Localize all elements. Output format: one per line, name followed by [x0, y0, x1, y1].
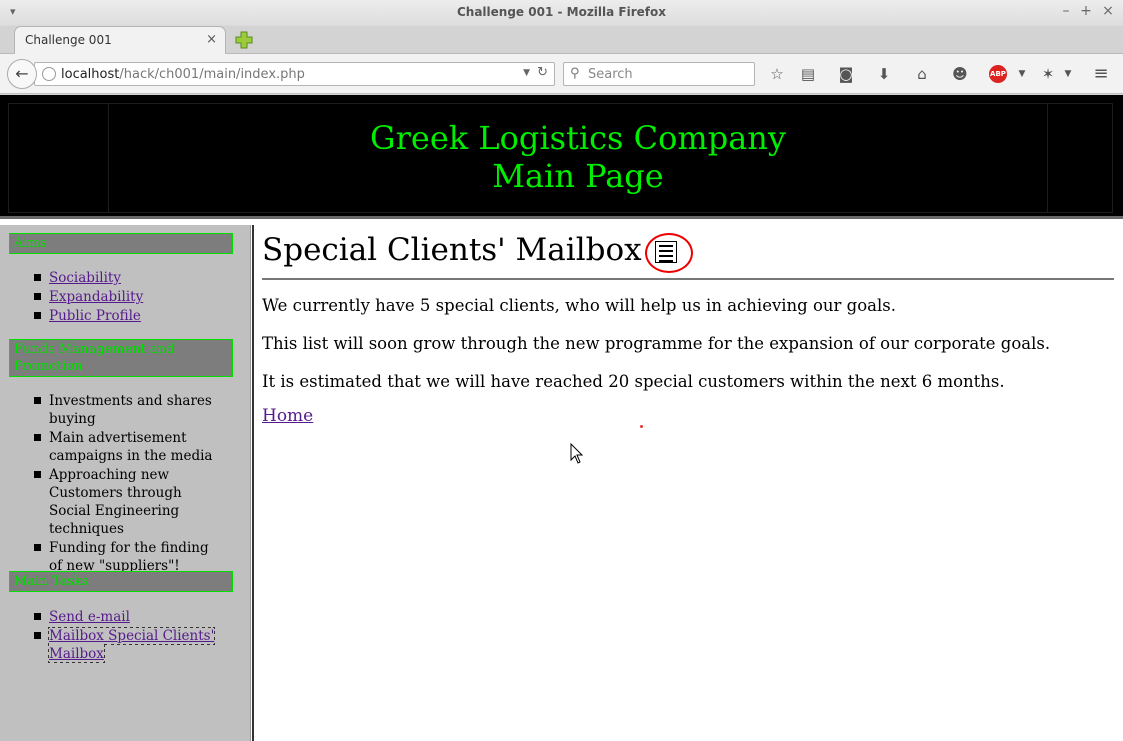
chat-icon[interactable]: ☻ [950, 64, 970, 84]
new-tab-plus-icon[interactable] [234, 30, 254, 50]
public-profile-link[interactable]: Public Profile [49, 308, 141, 324]
mailbox-special-clients-link[interactable]: Mailbox Special Clients' Mailbox [47, 627, 216, 663]
url-text: localhost/hack/ch001/main/index.php [61, 67, 305, 82]
paragraph: It is estimated that we will have reache… [262, 372, 1005, 391]
search-icon: ⚲ [570, 66, 580, 81]
page-title: Special Clients' Mailbox [262, 232, 642, 268]
adblock-plus-icon[interactable]: ABP [989, 65, 1007, 83]
page-header: Greek Logistics Company Main Page [0, 95, 1123, 219]
maximize-button[interactable]: + [1077, 3, 1095, 19]
list-item: Expandability [34, 288, 224, 306]
tab-challenge-001[interactable]: Challenge 001 × [14, 26, 226, 55]
pocket-icon[interactable]: ◙ [836, 64, 856, 84]
heading-rule [262, 278, 1114, 280]
search-placeholder: Search [588, 67, 633, 82]
sidebar: Aims Sociability Expandability Public Pr… [0, 225, 250, 741]
download-icon[interactable]: ⬇ [874, 64, 894, 84]
page-viewport: Greek Logistics Company Main Page Aims S… [0, 95, 1123, 741]
expandability-link[interactable]: Expandability [49, 289, 143, 305]
section-tasks-title: Main Tasks [9, 571, 233, 592]
extension-icon[interactable]: ✶ [1038, 64, 1058, 84]
header-title: Greek Logistics Company Main Page [108, 119, 1048, 195]
search-input[interactable]: ⚲ Search [563, 62, 755, 86]
aims-list: Sociability Expandability Public Profile [34, 269, 224, 326]
tasks-list: Send e-mail Mailbox Special Clients' Mai… [34, 608, 224, 664]
red-dot-marker [640, 425, 643, 428]
header-title-line2: Main Page [492, 157, 664, 195]
reload-icon[interactable]: ↻ [537, 65, 548, 80]
tab-close-icon[interactable]: × [206, 32, 217, 47]
window-title: Challenge 001 - Mozilla Firefox [456, 5, 666, 19]
header-title-line1: Greek Logistics Company [370, 119, 786, 157]
section-aims-title: Aims [9, 233, 233, 254]
tab-label: Challenge 001 [25, 33, 112, 47]
url-path: /hack/ch001/main/index.php [119, 67, 305, 82]
home-icon[interactable]: ⌂ [912, 64, 932, 84]
sociability-link[interactable]: Sociability [49, 270, 121, 286]
back-button[interactable]: ← [7, 59, 37, 89]
window-titlebar: ▾ Challenge 001 - Mozilla Firefox – + × [0, 0, 1123, 26]
tab-strip: Challenge 001 × [0, 26, 1123, 55]
list-item: Public Profile [34, 307, 224, 325]
reading-list-icon[interactable]: ▤ [798, 64, 818, 84]
send-email-link[interactable]: Send e-mail [49, 609, 130, 625]
globe-icon [42, 67, 56, 81]
bookmark-star-icon[interactable]: ☆ [767, 64, 787, 84]
back-arrow-icon: ← [15, 64, 29, 83]
sidebar-divider [250, 225, 254, 741]
paragraph: We currently have 5 special clients, who… [262, 296, 897, 315]
list-item: Sociability [34, 269, 224, 287]
home-link[interactable]: Home [262, 406, 313, 426]
paragraph: This list will soon grow through the new… [262, 334, 1051, 353]
list-item: Funding for the finding of new "supplier… [34, 539, 224, 575]
list-item: Approaching new Customers through Social… [34, 466, 224, 538]
mouse-cursor-icon [570, 443, 584, 464]
annotation-circle [645, 233, 693, 273]
list-item: Investments and shares buying [34, 392, 224, 428]
section-funds-title: Funds Management and Promotion [9, 339, 233, 377]
funds-list: Investments and shares buying Main adver… [34, 392, 224, 576]
adblock-dropdown-icon[interactable]: ▼ [1012, 64, 1032, 84]
list-item: Mailbox Special Clients' Mailbox [34, 627, 224, 663]
hamburger-menu-icon[interactable]: ≡ [1091, 64, 1111, 84]
url-host: localhost [61, 67, 120, 82]
close-window-button[interactable]: × [1099, 3, 1117, 19]
navigation-toolbar: localhost/hack/ch001/main/index.php ▼ ↻ … [0, 54, 1123, 94]
minimize-button[interactable]: – [1057, 3, 1075, 19]
extension-dropdown-icon[interactable]: ▼ [1058, 64, 1078, 84]
list-item: Main advertisement campaigns in the medi… [34, 429, 224, 465]
url-bar[interactable]: localhost/hack/ch001/main/index.php ▼ ↻ [34, 62, 555, 86]
list-item: Send e-mail [34, 608, 224, 626]
url-dropdown-icon[interactable]: ▼ [523, 68, 530, 78]
